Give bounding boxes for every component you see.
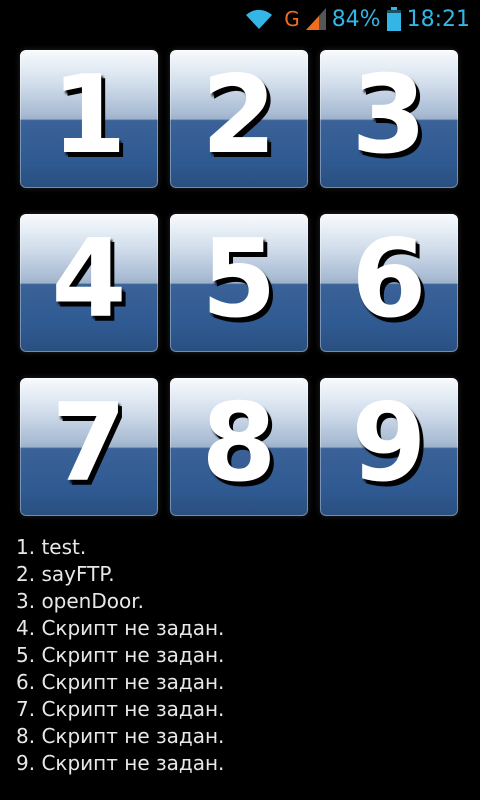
key-3-button[interactable]: 3 [320, 50, 458, 188]
signal-icon [305, 8, 326, 30]
key-5-label: 5 [201, 217, 277, 342]
key-5-button[interactable]: 5 [170, 214, 308, 352]
script-item-2: 2. sayFTP. [16, 562, 115, 586]
keypad-grid: 1 2 3 4 5 6 7 8 9 [20, 50, 460, 520]
key-4-button[interactable]: 4 [20, 214, 158, 352]
script-item-8: 8. Скрипт не задан. [16, 724, 225, 748]
key-9-label: 9 [351, 381, 427, 506]
key-6-button[interactable]: 6 [320, 214, 458, 352]
key-8-label: 8 [201, 381, 277, 506]
key-1-label: 1 [51, 53, 127, 178]
script-item-7: 7. Скрипт не задан. [16, 697, 225, 721]
key-2-label: 2 [201, 53, 277, 178]
key-6-label: 6 [351, 217, 427, 342]
script-item-1: 1. test. [16, 535, 87, 559]
key-8-button[interactable]: 8 [170, 378, 308, 516]
status-bar: G 84% 18:21 [0, 0, 480, 38]
script-item-3: 3. openDoor. [16, 589, 144, 613]
key-4-label: 4 [51, 217, 127, 342]
key-2-button[interactable]: 2 [170, 50, 308, 188]
key-3-label: 3 [351, 53, 427, 178]
key-9-button[interactable]: 9 [320, 378, 458, 516]
key-1-button[interactable]: 1 [20, 50, 158, 188]
key-7-button[interactable]: 7 [20, 378, 158, 516]
battery-icon [386, 7, 401, 31]
status-indicators: G 84% 18:21 [244, 4, 470, 34]
script-item-6: 6. Скрипт не задан. [16, 670, 225, 694]
network-type: G [284, 7, 300, 31]
script-item-9: 9. Скрипт не задан. [16, 751, 225, 775]
script-list: 1. test. 2. sayFTP. 3. openDoor. 4. Скри… [16, 534, 466, 777]
battery-percent: 84% [331, 6, 381, 32]
wifi-icon [244, 7, 274, 31]
key-7-label: 7 [51, 381, 127, 506]
clock: 18:21 [406, 6, 470, 32]
script-item-4: 4. Скрипт не задан. [16, 616, 225, 640]
script-item-5: 5. Скрипт не задан. [16, 643, 225, 667]
